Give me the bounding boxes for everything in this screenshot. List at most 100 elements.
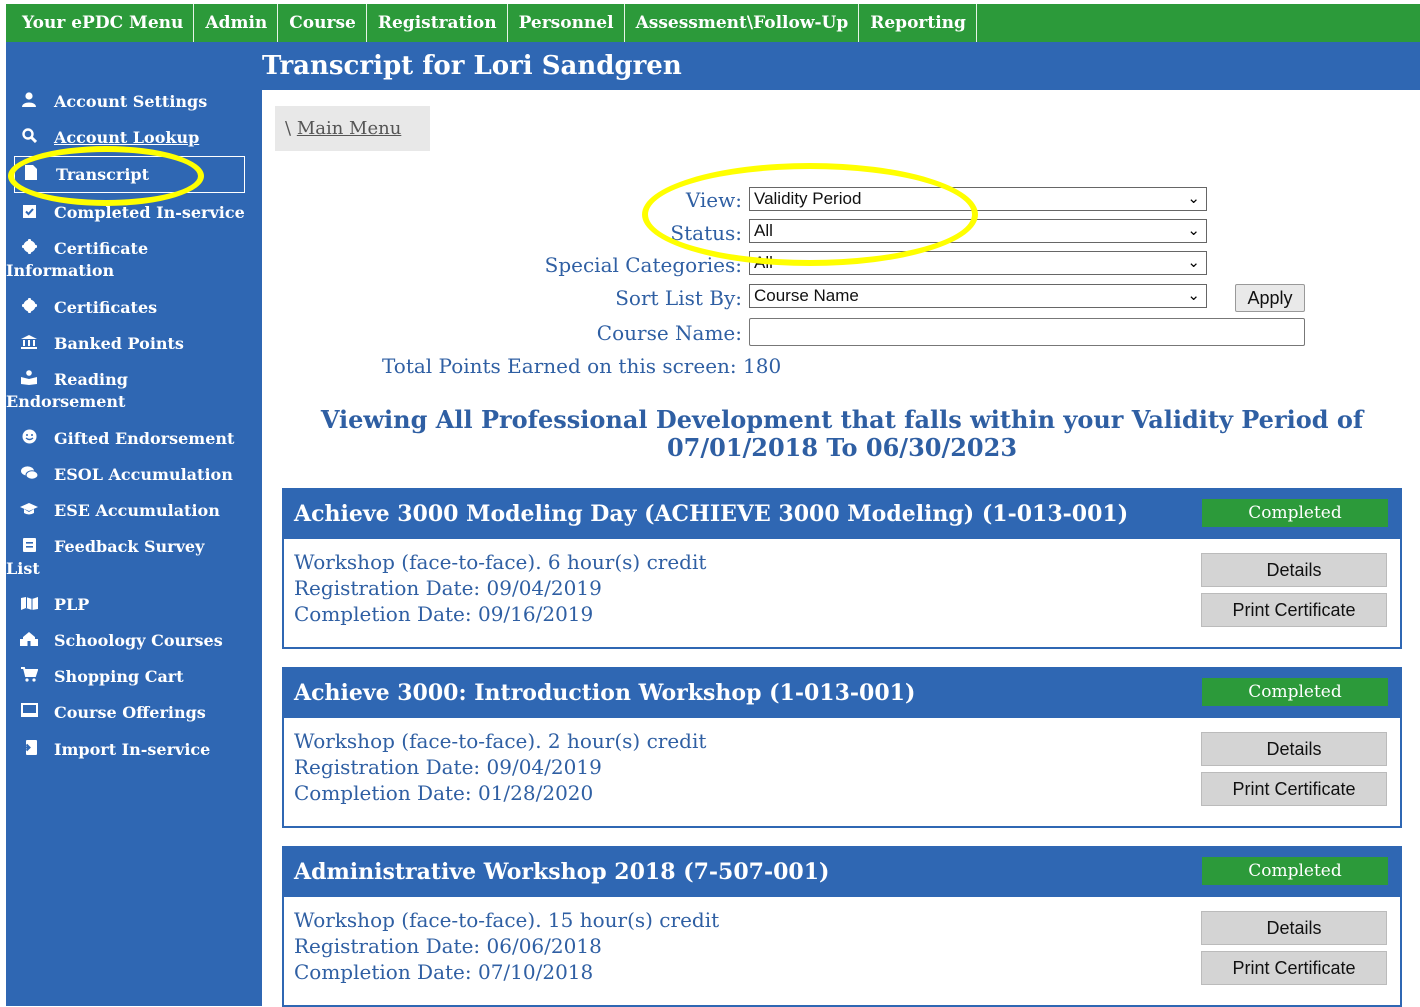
- status-badge: Completed: [1202, 678, 1388, 706]
- sidebar-item-shopping-cart[interactable]: Shopping Cart: [20, 666, 184, 688]
- nav-your-epdc-menu[interactable]: Your ePDC Menu: [6, 4, 195, 42]
- sidebar-item-account-settings[interactable]: Account Settings: [20, 91, 207, 113]
- graduation-cap-icon: [20, 500, 38, 522]
- sidebar-item-label: ESE Accumulation: [54, 501, 220, 520]
- chevron-down-icon: ⌄: [1187, 190, 1200, 207]
- sidebar-item-transcript[interactable]: Transcript: [22, 164, 149, 186]
- course-card: Achieve 3000: Introduction Workshop (1-0…: [282, 667, 1402, 828]
- sidebar-item-label: Completed In-service: [54, 203, 245, 222]
- import-icon: [20, 739, 38, 761]
- smile-icon: [20, 428, 38, 450]
- sidebar-item-label: Course Offerings: [54, 703, 206, 722]
- sidebar-item-course-offerings[interactable]: Course Offerings: [20, 702, 206, 724]
- sidebar-item-label: Banked Points: [54, 334, 184, 353]
- search-icon: [20, 127, 38, 149]
- course-card: Achieve 3000 Modeling Day (ACHIEVE 3000 …: [282, 488, 1402, 649]
- main-menu-link[interactable]: Main Menu: [297, 118, 402, 139]
- school-icon: [20, 630, 38, 652]
- status-badge: Completed: [1202, 499, 1388, 527]
- course-card: Administrative Workshop 2018 (7-507-001)…: [282, 846, 1402, 1007]
- sidebar-item-label-line2: List: [6, 559, 40, 578]
- total-points-text: Total Points Earned on this screen: 180: [382, 354, 782, 378]
- sidebar-item-label: ESOL Accumulation: [54, 465, 233, 484]
- sidebar-item-label: Account Lookup: [54, 128, 200, 147]
- status-badge: Completed: [1202, 857, 1388, 885]
- page-title: Transcript for Lori Sandgren: [262, 51, 682, 81]
- validity-period-heading: Viewing All Professional Development tha…: [282, 406, 1402, 462]
- chevron-down-icon: ⌄: [1187, 222, 1200, 239]
- breadcrumb: \ Main Menu: [275, 106, 430, 151]
- sidebar-item-label: Import In-service: [54, 740, 211, 759]
- sidebar-item-certificates[interactable]: Certificates: [20, 297, 157, 319]
- details-button[interactable]: Details: [1201, 553, 1387, 587]
- sidebar-item-banked-points[interactable]: Banked Points: [20, 333, 184, 355]
- chevron-down-icon: ⌄: [1187, 254, 1200, 271]
- sidebar-item-label: Feedback Survey: [54, 537, 205, 556]
- status-select[interactable]: All ⌄: [749, 219, 1207, 243]
- sidebar-item-feedback-survey-list[interactable]: Feedback Survey List: [6, 536, 250, 580]
- validity-heading-line2: 07/01/2018 To 06/30/2023: [666, 433, 1018, 462]
- view-select-value: Validity Period: [754, 189, 862, 208]
- sidebar-item-label: PLP: [54, 595, 90, 614]
- nav-admin[interactable]: Admin: [194, 4, 279, 42]
- sidebar-item-certificate-information[interactable]: Certificate Information: [6, 238, 250, 282]
- sidebar-item-label: Shopping Cart: [54, 667, 184, 686]
- sidebar-item-label-line2: Information: [6, 261, 115, 280]
- nav-registration[interactable]: Registration: [367, 4, 508, 42]
- sidebar-item-esol-accumulation[interactable]: ESOL Accumulation: [20, 464, 233, 486]
- status-select-value: All: [754, 221, 773, 240]
- print-certificate-button[interactable]: Print Certificate: [1201, 772, 1387, 806]
- special-categories-select[interactable]: All ⌄: [749, 251, 1207, 275]
- nav-course[interactable]: Course: [278, 4, 367, 42]
- top-nav: Your ePDC Menu Admin Course Registration…: [6, 4, 1420, 42]
- course-card-header: Achieve 3000: Introduction Workshop (1-0…: [284, 669, 1400, 718]
- special-categories-label: Special Categories:: [544, 253, 742, 277]
- sidebar-item-label: Reading: [54, 370, 128, 389]
- course-card-header: Achieve 3000 Modeling Day (ACHIEVE 3000 …: [284, 490, 1400, 539]
- course-name-input[interactable]: [749, 318, 1305, 346]
- sidebar-item-plp[interactable]: PLP: [20, 594, 89, 616]
- sidebar-item-reading-endorsement[interactable]: Reading Endorsement: [6, 369, 250, 413]
- nav-reporting[interactable]: Reporting: [859, 4, 977, 42]
- print-certificate-button[interactable]: Print Certificate: [1201, 593, 1387, 627]
- sidebar-item-label: Account Settings: [54, 92, 208, 111]
- sidebar-item-account-lookup[interactable]: Account Lookup: [20, 127, 199, 149]
- sort-list-by-label: Sort List By:: [615, 286, 742, 310]
- chat-icon: [20, 464, 38, 486]
- validity-heading-line1: Viewing All Professional Development tha…: [320, 405, 1364, 434]
- monitor-icon: [20, 702, 38, 724]
- sidebar-item-ese-accumulation[interactable]: ESE Accumulation: [20, 500, 220, 522]
- print-certificate-button[interactable]: Print Certificate: [1201, 951, 1387, 985]
- breadcrumb-separator: \: [285, 118, 292, 139]
- certificate-icon: [20, 297, 38, 319]
- details-button[interactable]: Details: [1201, 911, 1387, 945]
- certificate-icon: [20, 238, 38, 260]
- sidebar-item-label: Transcript: [56, 165, 150, 184]
- course-name-label: Course Name:: [596, 321, 742, 345]
- survey-icon: [20, 536, 38, 558]
- view-select[interactable]: Validity Period ⌄: [749, 187, 1207, 211]
- apply-button[interactable]: Apply: [1235, 284, 1305, 312]
- view-label: View:: [685, 188, 742, 212]
- sidebar-item-label: Certificate: [54, 239, 149, 258]
- sidebar-item-label: Gifted Endorsement: [54, 429, 235, 448]
- sidebar-item-import-inservice[interactable]: Import In-service: [20, 739, 210, 761]
- cart-icon: [20, 666, 38, 688]
- sort-list-by-select[interactable]: Course Name ⌄: [749, 284, 1207, 308]
- sidebar-item-completed-inservice[interactable]: Completed In-service: [20, 202, 245, 224]
- chevron-down-icon: ⌄: [1187, 287, 1200, 304]
- sidebar-item-gifted-endorsement[interactable]: Gifted Endorsement: [20, 428, 234, 450]
- sidebar-item-label: Schoology Courses: [54, 631, 223, 650]
- details-button[interactable]: Details: [1201, 732, 1387, 766]
- document-icon: [22, 164, 40, 186]
- title-bar: Transcript for Lori Sandgren: [262, 42, 1420, 90]
- nav-assessment-follow-up[interactable]: Assessment\Follow-Up: [625, 4, 860, 42]
- bank-icon: [20, 333, 38, 355]
- map-icon: [20, 594, 38, 616]
- sort-list-by-select-value: Course Name: [754, 286, 859, 305]
- course-title: Administrative Workshop 2018 (7-507-001): [294, 859, 830, 885]
- sidebar-item-schoology-courses[interactable]: Schoology Courses: [20, 630, 223, 652]
- checkbox-icon: [20, 202, 38, 224]
- nav-personnel[interactable]: Personnel: [508, 4, 625, 42]
- course-card-header: Administrative Workshop 2018 (7-507-001)…: [284, 848, 1400, 897]
